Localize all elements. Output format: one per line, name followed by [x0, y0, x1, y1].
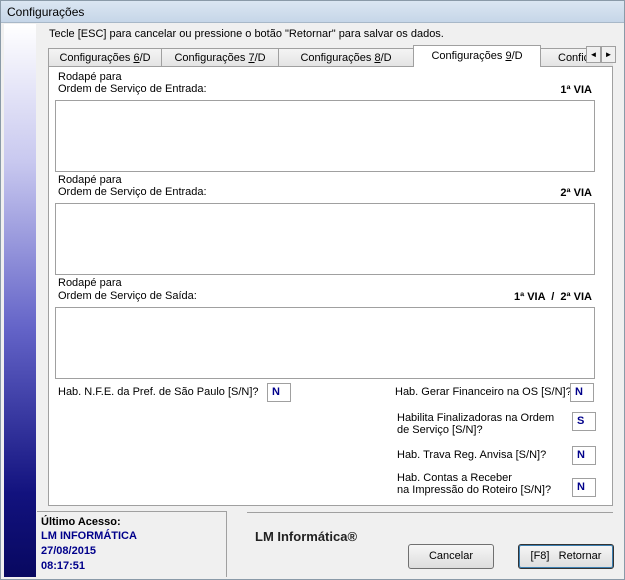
anvisa-label: Hab. Trava Reg. Anvisa [S/N]? — [397, 449, 547, 461]
contas-label-line2: na Impressão do Roteiro [S/N]? — [397, 484, 552, 496]
footer1-via: 1ª VIA — [560, 84, 592, 96]
last-access-date: 27/08/2015 — [41, 545, 97, 557]
return-button[interactable]: [F8] Retornar — [518, 544, 614, 569]
financeiro-label: Hab. Gerar Financeiro na OS [S/N]? — [395, 386, 572, 398]
tab-panel: Rodapé para Ordem de Serviço de Entrada:… — [48, 66, 613, 506]
footer2-via: 2ª VIA — [560, 187, 592, 199]
cancel-button[interactable]: Cancelar — [408, 544, 494, 569]
footer3-memo[interactable] — [55, 307, 595, 379]
return-button-key: [F8] — [530, 550, 550, 562]
tab-configuracoes-9[interactable]: Configurações 9/D — [413, 45, 541, 67]
tab-configuracoes-6[interactable]: Configurações 6/D — [48, 48, 162, 67]
contas-input[interactable]: N — [572, 478, 596, 497]
anvisa-input[interactable]: N — [572, 446, 596, 465]
tab-configuracoes-8[interactable]: Configurações 8/D — [278, 48, 414, 67]
configuracoes-window: Configurações Tecle [ESC] para cancelar … — [0, 0, 625, 580]
footer2-label-line2: Ordem de Serviço de Entrada: — [58, 186, 207, 198]
last-access-time: 08:17:51 — [41, 560, 86, 572]
footer1-memo[interactable] — [55, 100, 595, 172]
tab-configuracoes-7[interactable]: Configurações 7/D — [161, 48, 279, 67]
finalizadoras-label-line1: Habilita Finalizadoras na Ordem — [397, 412, 555, 424]
instruction-text: Tecle [ESC] para cancelar ou pressione o… — [49, 28, 444, 40]
finalizadoras-label-line2: de Serviço [S/N]? — [397, 424, 483, 436]
last-access-company: LM INFORMÁTICA — [41, 530, 137, 542]
footer1-label-line1: Rodapé para — [58, 71, 122, 83]
brand-label: LM Informática® — [255, 529, 358, 544]
return-button-label: Retornar — [558, 550, 602, 562]
window-title: Configurações — [7, 5, 85, 19]
sidebar-gradient — [4, 24, 36, 577]
footer2-label-line1: Rodapé para — [58, 174, 122, 186]
tab-scroll-left-button[interactable]: ◄ — [586, 46, 601, 63]
title-bar: Configurações — [1, 1, 624, 23]
footer3-label-line2: Ordem de Serviço de Saída: — [58, 290, 197, 302]
last-access-panel: Último Acesso: LM INFORMÁTICA 27/08/2015… — [37, 511, 227, 577]
tab-scroll-right-button[interactable]: ► — [601, 46, 616, 63]
footer2-memo[interactable] — [55, 203, 595, 275]
last-access-title: Último Acesso: — [41, 516, 121, 528]
finalizadoras-input[interactable]: S — [572, 412, 596, 431]
nfe-input[interactable]: N — [267, 383, 291, 402]
arrow-left-icon: ◄ — [589, 50, 598, 59]
footer3-via: 1ª VIA / 2ª VIA — [513, 291, 592, 303]
nfe-label: Hab. N.F.E. da Pref. de São Paulo [S/N]? — [58, 386, 259, 398]
footer-divider — [247, 512, 613, 513]
tab-strip: Configurações 6/D Configurações 7/D Conf… — [48, 45, 613, 67]
footer3-label-line1: Rodapé para — [58, 277, 122, 289]
contas-label-line1: Hab. Contas a Receber — [397, 472, 512, 484]
footer1-label-line2: Ordem de Serviço de Entrada: — [58, 83, 207, 95]
arrow-right-icon: ► — [604, 50, 613, 59]
financeiro-input[interactable]: N — [570, 383, 594, 402]
